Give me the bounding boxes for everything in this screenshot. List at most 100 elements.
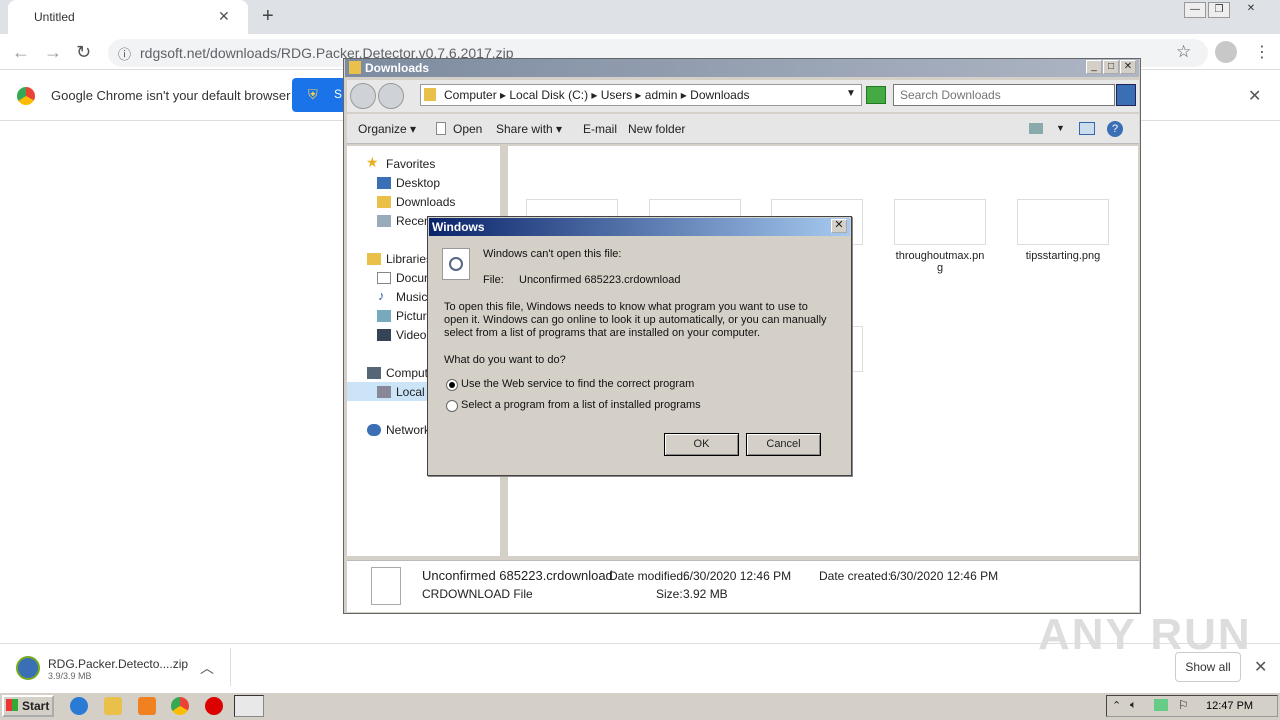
dialog-question: What do you want to do? bbox=[444, 354, 566, 366]
chevron-down-icon[interactable]: ▼ bbox=[846, 88, 856, 99]
option-list-label[interactable]: Select a program from a list of installe… bbox=[461, 399, 701, 411]
disk-icon bbox=[377, 386, 391, 398]
explorer-titlebar bbox=[345, 59, 1139, 77]
pictures-icon bbox=[377, 310, 391, 322]
explorer-taskbar-button[interactable] bbox=[234, 695, 264, 717]
details-filetype: CRDOWNLOAD File bbox=[422, 587, 533, 601]
volume-icon[interactable]: 🔈︎ bbox=[1130, 699, 1137, 712]
media-player-icon[interactable] bbox=[138, 697, 156, 715]
breadcrumb-path: Computer ▸ Local Disk (C:) ▸ Users ▸ adm… bbox=[444, 88, 750, 102]
file-thumbnail[interactable] bbox=[894, 199, 986, 245]
ok-button[interactable]: OK bbox=[664, 433, 739, 456]
help-icon[interactable]: ? bbox=[1107, 121, 1123, 137]
new-folder-button[interactable]: New folder bbox=[628, 122, 685, 136]
file-name: Unconfirmed 685223.crdownload bbox=[519, 274, 681, 286]
organize-label: Organize bbox=[358, 122, 407, 136]
preview-pane-icon[interactable] bbox=[1079, 122, 1095, 135]
nav-network[interactable]: Network bbox=[386, 423, 430, 437]
info-icon[interactable]: ⓘ bbox=[118, 44, 131, 63]
infobar-close-icon[interactable]: ✕ bbox=[1248, 86, 1261, 106]
shield-icon: ⛨ bbox=[308, 87, 318, 102]
radio-web-service[interactable] bbox=[446, 379, 458, 391]
file-thumbnail[interactable] bbox=[1017, 199, 1109, 245]
dialog-title: Windows bbox=[432, 220, 485, 234]
tray-expand-icon[interactable]: ⌃ bbox=[1112, 699, 1121, 712]
share-with-button[interactable]: Share with ▾ bbox=[496, 122, 562, 136]
nav-music[interactable]: Music bbox=[396, 290, 427, 304]
magnifier-icon bbox=[449, 257, 463, 271]
nav-libraries[interactable]: Libraries bbox=[386, 252, 432, 266]
back-arrow-icon[interactable] bbox=[350, 83, 376, 109]
explorer-close-icon[interactable]: ✕ bbox=[1120, 60, 1136, 74]
windows-flag-icon bbox=[6, 699, 18, 711]
open-button[interactable]: Open bbox=[453, 122, 482, 136]
chrome-taskbar-icon[interactable] bbox=[171, 697, 189, 715]
forward-arrow-icon[interactable]: → bbox=[44, 42, 62, 63]
nav-downloads[interactable]: Downloads bbox=[396, 195, 455, 209]
file-label[interactable]: throughoutmax.pn g bbox=[885, 250, 995, 274]
dialog-body-line: select from a list of programs that are … bbox=[444, 327, 761, 339]
downloads-folder-icon bbox=[377, 196, 391, 208]
size-label: Size: bbox=[656, 587, 683, 601]
flag-icon[interactable]: ⚐ bbox=[1178, 698, 1189, 712]
infobar-message: Google Chrome isn't your default browser bbox=[51, 88, 291, 103]
chevron-up-icon[interactable]: ︿ bbox=[200, 658, 214, 678]
folder-icon[interactable] bbox=[104, 697, 122, 715]
organize-button[interactable]: Organize ▾ bbox=[358, 122, 416, 136]
desktop-icon bbox=[377, 177, 391, 189]
file-icon bbox=[371, 567, 401, 605]
explorer-maximize-icon[interactable]: □ bbox=[1103, 60, 1119, 74]
archive-file-icon bbox=[16, 656, 40, 680]
network-icon bbox=[367, 424, 381, 436]
libraries-icon bbox=[367, 253, 381, 265]
search-input[interactable] bbox=[893, 84, 1115, 106]
show-all-button[interactable]: Show all bbox=[1175, 652, 1241, 682]
email-button[interactable]: E-mail bbox=[583, 122, 617, 136]
ie-icon[interactable] bbox=[70, 697, 88, 715]
search-icon[interactable] bbox=[1116, 84, 1136, 106]
download-size: 3.9/3.9 MB bbox=[48, 671, 92, 681]
cancel-button[interactable]: Cancel bbox=[746, 433, 821, 456]
profile-avatar-icon[interactable] bbox=[1215, 41, 1237, 63]
network-tray-icon[interactable] bbox=[1154, 699, 1168, 711]
set-default-button[interactable]: ⛨ S bbox=[292, 78, 346, 112]
file-label[interactable]: tipsstarting.png bbox=[1008, 250, 1118, 262]
videos-icon bbox=[377, 329, 391, 341]
download-shelf-close-icon[interactable]: ✕ bbox=[1254, 657, 1267, 677]
modified-label: Date modified: bbox=[609, 569, 687, 583]
close-icon[interactable]: ✕ bbox=[1240, 2, 1262, 18]
divider bbox=[230, 648, 231, 686]
bookmark-star-icon[interactable]: ☆ bbox=[1176, 42, 1191, 62]
tab-close-icon[interactable]: ✕ bbox=[218, 8, 230, 25]
file-icon bbox=[436, 122, 446, 135]
view-icon[interactable] bbox=[1029, 123, 1043, 134]
explorer-minimize-icon[interactable]: _ bbox=[1086, 60, 1102, 74]
clock: 12:47 PM bbox=[1206, 700, 1254, 712]
download-filename[interactable]: RDG.Packer.Detecto....zip bbox=[48, 657, 188, 671]
refresh-icon[interactable] bbox=[866, 86, 886, 104]
nav-favorites[interactable]: Favorites bbox=[386, 157, 435, 171]
dialog-close-icon[interactable]: ✕ bbox=[831, 219, 847, 233]
reload-icon[interactable]: ↻ bbox=[76, 42, 91, 63]
radio-installed-programs[interactable] bbox=[446, 400, 458, 412]
option-web-label[interactable]: Use the Web service to find the correct … bbox=[461, 378, 694, 390]
back-arrow-icon[interactable]: ← bbox=[12, 42, 30, 63]
menu-kebab-icon[interactable]: ⋮ bbox=[1254, 42, 1270, 62]
new-tab-icon[interactable]: + bbox=[262, 5, 274, 28]
tab-title: Untitled bbox=[34, 10, 75, 24]
explorer-title: Downloads bbox=[365, 61, 430, 75]
created-label: Date created: bbox=[819, 569, 892, 583]
opera-icon[interactable] bbox=[205, 697, 223, 715]
nav-desktop[interactable]: Desktop bbox=[396, 176, 440, 190]
music-icon: ♪ bbox=[378, 288, 385, 303]
computer-icon bbox=[367, 367, 381, 379]
chevron-down-icon[interactable]: ▼ bbox=[1056, 123, 1065, 133]
forward-arrow-icon[interactable] bbox=[378, 83, 404, 109]
nav-recent[interactable]: Recen bbox=[396, 214, 431, 228]
restore-icon[interactable]: ❐ bbox=[1208, 2, 1230, 18]
dialog-heading: Windows can't open this file: bbox=[483, 248, 622, 260]
recent-places-icon bbox=[377, 215, 391, 227]
size-value: 3.92 MB bbox=[683, 587, 728, 601]
modified-value: 6/30/2020 12:46 PM bbox=[683, 569, 792, 583]
minimize-icon[interactable]: — bbox=[1184, 2, 1206, 18]
